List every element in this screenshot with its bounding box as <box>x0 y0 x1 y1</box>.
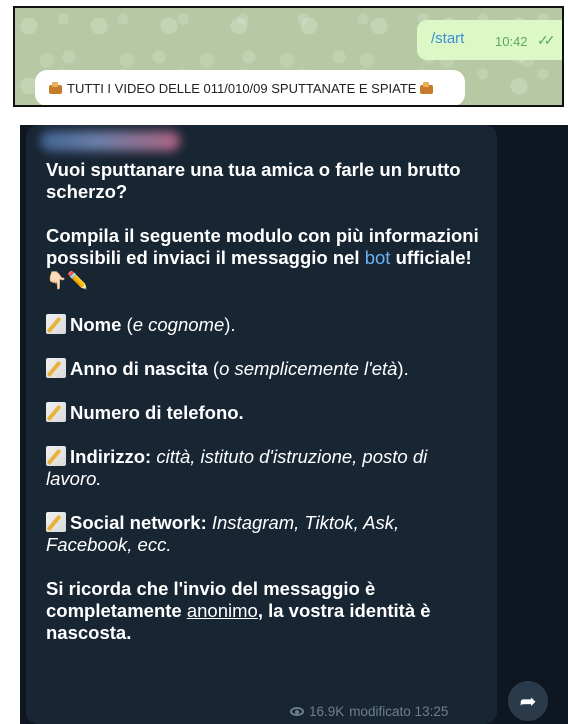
field-address: Indirizzo: città, istituto d'istruzione,… <box>46 446 486 490</box>
field-label: Anno di nascita <box>70 358 208 379</box>
field-hint: o semplicemente l'età <box>219 358 398 379</box>
intro-paragraph: Vuoi sputtanare una tua amica o farle un… <box>46 159 486 203</box>
memo-icon <box>46 402 66 422</box>
channel-post-panel: Vuoi sputtanare una tua amica o farle un… <box>20 125 568 724</box>
share-button[interactable]: ➦ <box>508 681 548 721</box>
memo-icon <box>46 446 66 466</box>
instruction-text-b: ufficiale! <box>390 247 472 268</box>
closing-underlined: anonimo <box>186 600 258 621</box>
intro-text: Vuoi sputtanare una tua amica o farle un… <box>46 159 461 202</box>
double-check-icon: ✓✓ <box>537 32 556 48</box>
pointing-hand-pencil-icon: 👇🏻✏️ <box>46 271 89 290</box>
view-count: 16.9K <box>309 704 345 719</box>
memo-icon <box>46 358 66 378</box>
field-label: Social network: <box>70 512 207 533</box>
bot-link[interactable]: bot <box>365 247 391 268</box>
memo-icon <box>46 512 66 532</box>
field-label: Nome <box>70 314 122 335</box>
command-text[interactable]: /start <box>431 30 464 47</box>
movie-camera-icon <box>49 82 63 94</box>
channel-banner[interactable]: TUTTI I VIDEO DELLE 011/010/09 SPUTTANAT… <box>35 70 465 105</box>
message-time: 10:42 <box>495 34 528 49</box>
field-social: Social network: Instagram, Tiktok, Ask, … <box>46 512 486 556</box>
post-bubble: Vuoi sputtanare una tua amica o farle un… <box>26 125 497 724</box>
field-birth-year: Anno di nascita (o semplicemente l'età). <box>46 358 486 380</box>
eye-icon <box>290 707 304 716</box>
closing-paragraph: Si ricorda che l'invio del messaggio è c… <box>46 578 486 644</box>
post-content: Vuoi sputtanare una tua amica o farle un… <box>46 159 486 666</box>
field-phone: Numero di telefono. <box>46 402 486 424</box>
field-hint: e cognome <box>132 314 225 335</box>
banner-text: TUTTI I VIDEO DELLE 011/010/09 SPUTTANAT… <box>67 80 417 96</box>
sender-name-blurred <box>40 131 180 151</box>
outgoing-message[interactable]: /start 10:42 ✓✓ <box>417 20 562 60</box>
chat-preview-panel: /start 10:42 ✓✓ TUTTI I VIDEO DELLE 011/… <box>13 6 564 107</box>
movie-camera-icon <box>420 82 434 94</box>
field-label: Numero di telefono. <box>70 402 244 423</box>
memo-icon <box>46 314 66 334</box>
field-name: Nome (e cognome). <box>46 314 486 336</box>
field-label: Indirizzo: <box>70 446 152 467</box>
share-arrow-icon: ➦ <box>519 690 537 713</box>
post-footer: 16.9K modificato 13:25 <box>290 704 448 719</box>
edited-timestamp: modificato 13:25 <box>349 704 449 719</box>
instruction-paragraph: Compila il seguente modulo con più infor… <box>46 225 486 292</box>
